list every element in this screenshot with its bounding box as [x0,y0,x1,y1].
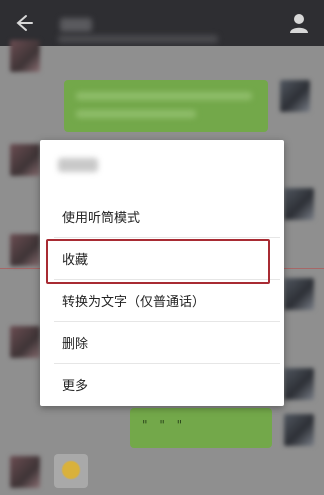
contact-name-blurred [60,18,92,32]
voice-bubble-text: " " " [142,418,187,432]
avatar[interactable] [284,188,314,220]
chat-header [0,0,324,46]
avatar[interactable] [280,80,310,112]
avatar[interactable] [284,278,314,310]
menu-item-favorite[interactable]: 收藏 [40,238,284,279]
arrow-left-icon[interactable] [12,12,34,34]
avatar[interactable] [284,368,314,400]
menu-item-label: 转换为文字（仅普通话） [62,295,206,310]
context-menu: 使用听筒模式 收藏 转换为文字（仅普通话） 删除 更多 [40,140,284,406]
avatar[interactable] [10,40,40,72]
avatar[interactable] [10,234,40,266]
smiley-emoji-icon [62,461,80,479]
menu-header-blurred [58,158,98,176]
menu-item-earpiece-mode[interactable]: 使用听筒模式 [40,196,284,237]
avatar[interactable] [284,414,314,446]
menu-item-label: 收藏 [62,253,89,268]
message-bubble[interactable] [64,80,268,132]
avatar[interactable] [10,456,40,488]
menu-item-convert-to-text[interactable]: 转换为文字（仅普通话） [40,280,284,321]
menu-item-more[interactable]: 更多 [40,364,284,405]
menu-item-label: 更多 [62,379,89,394]
contact-subtitle-blurred [58,35,218,43]
menu-item-label: 使用听筒模式 [62,211,141,226]
menu-item-delete[interactable]: 删除 [40,322,284,363]
voice-message-bubble[interactable]: " " " [130,408,272,448]
avatar[interactable] [10,144,40,176]
avatar[interactable] [10,326,40,358]
person-icon[interactable] [288,12,310,34]
menu-item-label: 删除 [62,337,89,352]
